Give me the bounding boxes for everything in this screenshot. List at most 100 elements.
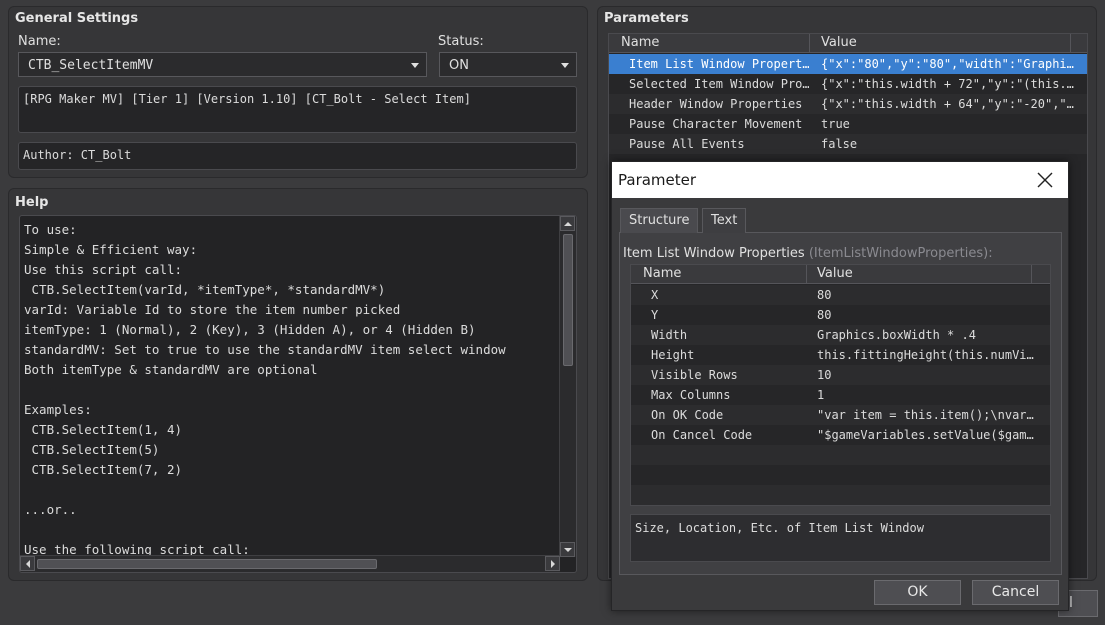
help-vertical-scrollbar[interactable] [559,216,576,557]
table-row[interactable]: Selected Item Window Pro… {"x":"this.wid… [609,74,1087,94]
help-line: Simple & Efficient way: [24,242,198,257]
column-header-name[interactable]: Name [621,35,659,50]
help-line: standardMV: Set to true to use the stand… [24,342,506,357]
help-line: CTB.SelectItem(varId, *itemType*, *stand… [24,282,386,297]
field-value: "var item = this.item();\nvar… [817,408,1034,422]
close-icon[interactable] [1036,171,1054,189]
help-line: Both itemType & standardMV are optional [24,362,318,377]
description-field[interactable]: [RPG Maker MV] [Tier 1] [Version 1.10] [… [18,86,577,133]
table-row[interactable]: Item List Window Propert… {"x":"80","y":… [609,54,1087,74]
help-horizontal-scrollbar[interactable] [20,555,560,572]
param-value: {"x":"this.width + 72","y":"(this.… [821,77,1074,91]
field-name: Width [651,328,688,342]
param-name: Selected Item Window Pro… [629,77,809,91]
scroll-thumb[interactable] [37,559,377,569]
help-lines: To use: Simple & Efficient way: Use this s… [24,220,559,560]
structure-table[interactable]: Name Value X 80 Y 80 Width Graphics.boxW… [630,264,1051,506]
column-header-name[interactable]: Name [643,266,681,281]
table-row[interactable]: Max Columns 1 [631,385,1050,405]
arrow-down-icon [563,547,572,552]
empty-row [631,485,1050,505]
chevron-down-icon [561,63,569,68]
param-value: {"x":"80","y":"80","width":"Graphi… [821,57,1074,71]
name-value: CTB_SelectItemMV [28,58,154,73]
description-box: Size, Location, Etc. of Item List Window [630,514,1051,562]
help-line: CTB.SelectItem(7, 2) [24,462,183,477]
arrow-right-icon [550,559,555,568]
structure-label: Item List Window Properties (ItemListWin… [623,246,993,261]
column-divider [806,265,807,284]
scroll-thumb[interactable] [563,234,573,366]
table-row[interactable]: Visible Rows 10 [631,365,1050,385]
help-line: itemType: 1 (Normal), 2 (Key), 3 (Hidden… [24,322,476,337]
table-row[interactable]: On OK Code "var item = this.item();\nvar… [631,405,1050,425]
help-line [24,380,559,400]
ok-button[interactable]: OK [874,580,961,605]
status-value: ON [449,58,469,73]
table-header: Name Value [609,34,1087,53]
table-row[interactable]: Pause All Events false [609,134,1087,154]
help-line: CTB.SelectItem(1, 4) [24,422,183,437]
table-row[interactable]: Height this.fittingHeight(this.numVi… [631,345,1050,365]
dialog-titlebar: Parameter [612,162,1068,198]
structure-name: Item List Window Properties [623,246,805,261]
chevron-down-icon [411,63,419,68]
table-row[interactable]: Y 80 [631,305,1050,325]
scroll-down-button[interactable] [560,542,575,557]
help-title: Help [15,195,49,210]
background-button-label: l [1069,595,1073,611]
field-value: Graphics.boxWidth * .4 [817,328,976,342]
tab-text[interactable]: Text [702,208,747,233]
table-row[interactable]: Width Graphics.boxWidth * .4 [631,325,1050,345]
help-line: Use this script call: [24,262,183,277]
column-header-value[interactable]: Value [821,35,857,50]
field-value: 10 [817,368,832,382]
table-row[interactable]: On Cancel Code "$gameVariables.setValue(… [631,425,1050,445]
status-dropdown[interactable]: ON [439,52,577,77]
field-value: 1 [817,388,825,402]
column-divider [809,34,810,53]
parameter-dialog: Parameter Structure Text Item List Windo… [611,161,1069,611]
scroll-right-button[interactable] [545,556,560,571]
author-field[interactable]: Author: CT_Bolt [18,142,577,170]
field-name: On OK Code [651,408,724,422]
dialog-title: Parameter [618,171,697,189]
name-dropdown[interactable]: CTB_SelectItemMV [18,52,427,77]
table-row[interactable]: X 80 [631,285,1050,305]
field-value: this.fittingHeight(this.numVi… [817,348,1034,362]
param-name: Header Window Properties [629,97,803,111]
help-line [24,480,559,500]
structure-type: (ItemListWindowProperties): [808,246,993,261]
column-header-value[interactable]: Value [817,266,853,281]
help-line: CTB.SelectItem(5) [24,442,160,457]
table-row[interactable]: Pause Character Movement true [609,114,1087,134]
param-name: Pause All Events [629,137,745,151]
parameters-title: Parameters [604,11,689,26]
field-name: Y [651,308,659,322]
field-value: "$gameVariables.setValue($gam… [817,428,1034,442]
param-value: true [821,117,850,131]
field-name: X [651,288,659,302]
field-name: Max Columns [651,388,731,402]
cancel-button[interactable]: Cancel [972,580,1059,605]
column-divider [1070,34,1071,53]
help-text-area[interactable]: To use: Simple & Efficient way: Use this s… [19,215,577,573]
field-name: Visible Rows [651,368,738,382]
tab-structure[interactable]: Structure [620,208,699,233]
status-label: Status: [438,34,484,49]
help-line: To use: [24,222,77,237]
general-settings-title: General Settings [15,11,139,26]
scroll-left-button[interactable] [20,556,35,571]
field-value: 80 [817,288,832,302]
scroll-up-button[interactable] [560,216,575,231]
field-value: 80 [817,308,832,322]
table-row[interactable]: Header Window Properties {"x":"this.widt… [609,94,1087,114]
param-name: Pause Character Movement [629,117,803,131]
arrow-left-icon [25,559,30,568]
column-divider [1031,265,1032,284]
param-value: false [821,137,858,151]
help-line: varId: Variable Id to store the item num… [24,302,401,317]
help-line: ...or.. [24,502,77,517]
field-name: Height [651,348,695,362]
name-label: Name: [18,34,61,49]
